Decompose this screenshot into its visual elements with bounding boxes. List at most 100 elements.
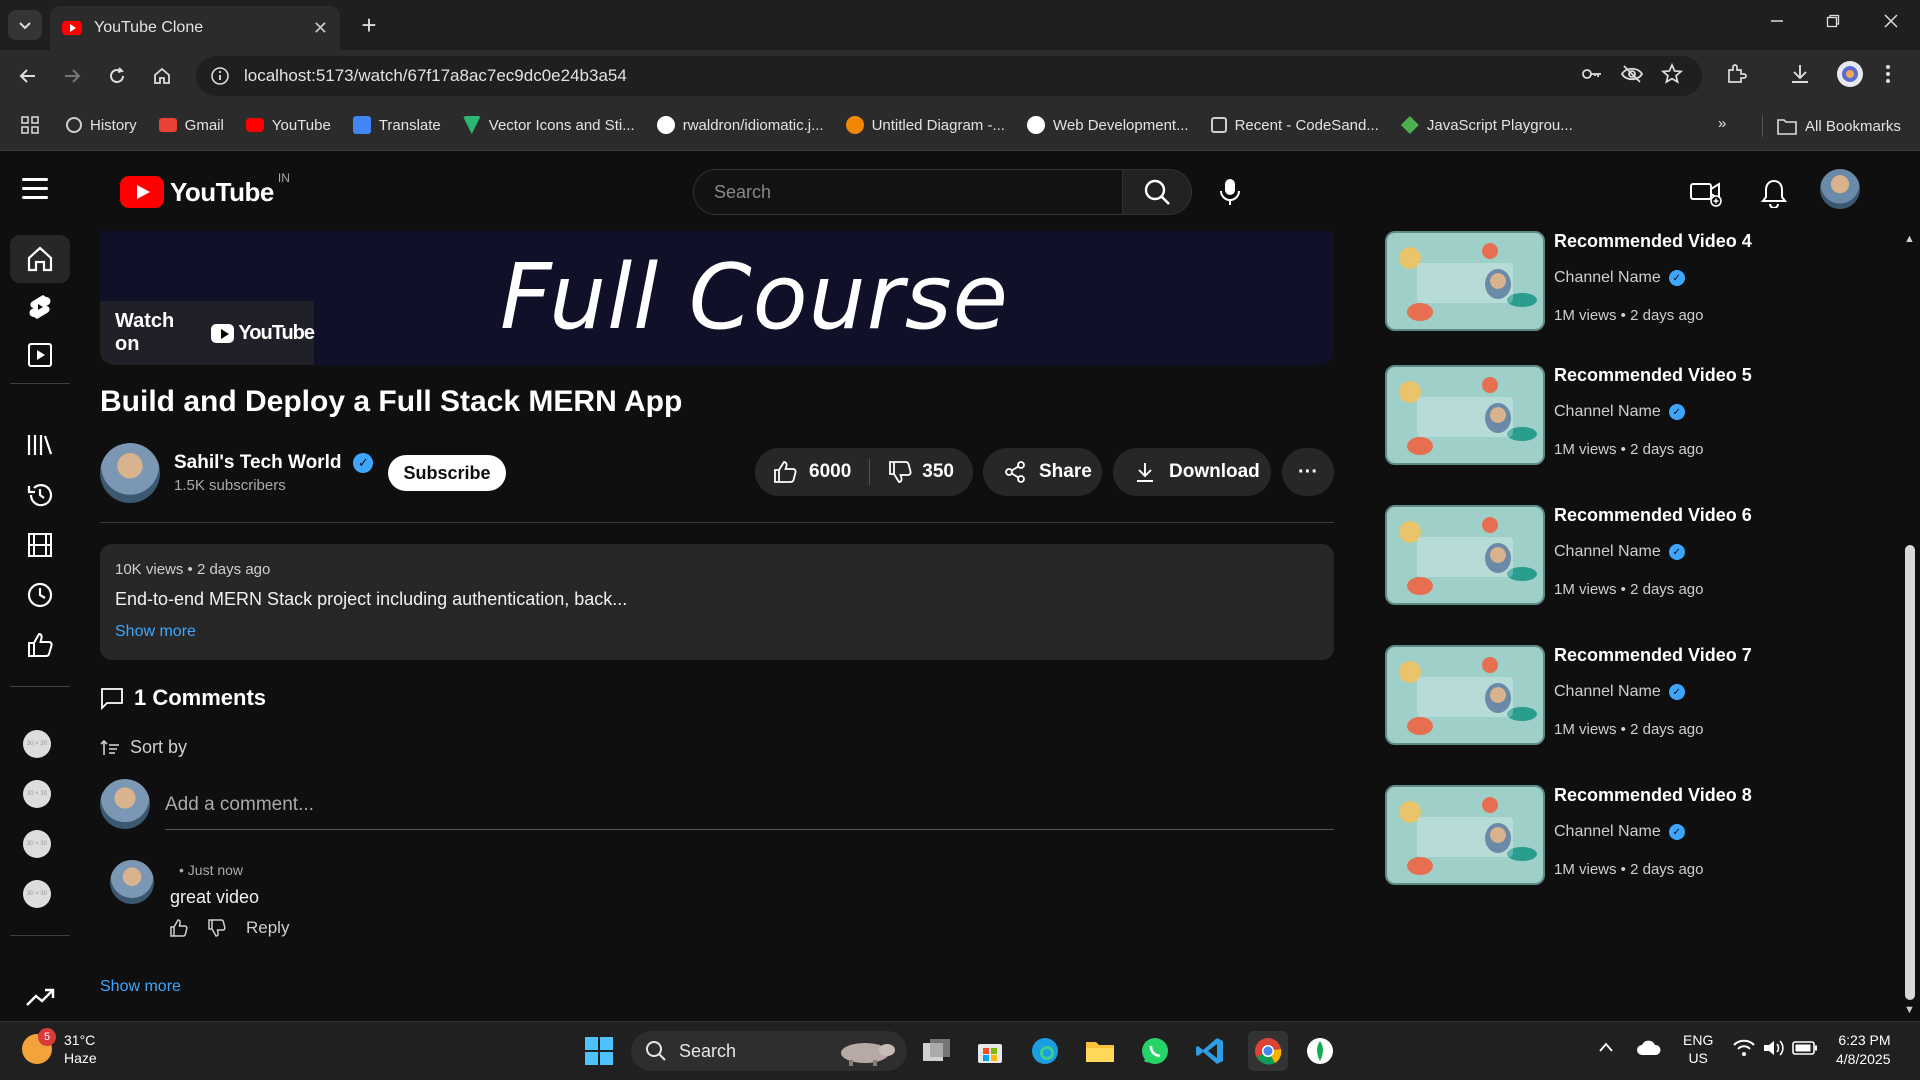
volume-icon[interactable]: [1762, 1038, 1786, 1061]
chrome-menu-icon[interactable]: [1884, 62, 1892, 91]
bookmark-codesandbox[interactable]: Recent - CodeSand...: [1210, 117, 1379, 134]
notifications-button[interactable]: [1754, 173, 1794, 213]
subscription-avatar[interactable]: 30 × 30: [23, 830, 51, 858]
forward-icon[interactable]: [58, 62, 86, 90]
subscription-avatar[interactable]: 30 × 30: [23, 730, 51, 758]
bookmark-translate[interactable]: Translate: [352, 116, 441, 134]
address-bar[interactable]: localhost:5173/watch/67f17a8ac7ec9dc0e24…: [196, 56, 1702, 96]
sidebar-item-liked-videos[interactable]: [10, 621, 70, 669]
add-comment-input[interactable]: Add a comment...: [165, 790, 1334, 830]
comment-dislike-button[interactable]: [208, 919, 226, 937]
video-thumbnail[interactable]: [1385, 365, 1545, 465]
whatsapp-icon[interactable]: [1138, 1034, 1172, 1068]
comment-author-avatar[interactable]: [110, 860, 154, 904]
tray-overflow-chevron-icon[interactable]: [1598, 1040, 1614, 1056]
subscribe-button[interactable]: Subscribe: [388, 455, 506, 491]
sidebar-item-subscriptions[interactable]: [10, 331, 70, 379]
bookmark-vector-icons[interactable]: Vector Icons and Sti...: [462, 116, 635, 134]
hamburger-menu-icon[interactable]: [22, 178, 48, 205]
recommended-video[interactable]: Recommended Video 7 Channel Name ✓ 1M vie…: [1385, 645, 1785, 745]
share-button[interactable]: Share: [983, 448, 1102, 496]
more-actions-button[interactable]: ···: [1282, 448, 1334, 496]
video-player[interactable]: Full Course Watch on YouTube: [100, 231, 1334, 365]
bookmark-history[interactable]: History: [66, 117, 137, 134]
user-avatar[interactable]: [1820, 169, 1860, 209]
tab-search-button[interactable]: [8, 10, 42, 40]
task-view-icon[interactable]: [920, 1034, 954, 1068]
tab-close-icon[interactable]: ✕: [313, 18, 328, 39]
minimize-icon[interactable]: [1762, 12, 1792, 33]
bookmark-star-icon[interactable]: [1660, 62, 1684, 91]
recommended-video[interactable]: Recommended Video 6 Channel Name ✓ 1M vie…: [1385, 505, 1785, 605]
onedrive-cloud-icon[interactable]: [1636, 1040, 1662, 1059]
dislike-button[interactable]: 350: [888, 460, 954, 484]
bookmark-diagram[interactable]: Untitled Diagram -...: [845, 116, 1005, 134]
sidebar-item-home[interactable]: [10, 235, 70, 283]
scroll-up-arrow-icon[interactable]: ▲: [1904, 233, 1915, 245]
tracking-eye-off-icon[interactable]: [1620, 62, 1644, 91]
browser-tab[interactable]: YouTube Clone ✕: [50, 6, 340, 50]
comment-like-button[interactable]: [170, 919, 188, 937]
sort-by-button[interactable]: Sort by: [100, 737, 187, 758]
site-info-icon[interactable]: [210, 66, 230, 86]
description-box[interactable]: 10K views • 2 days ago End-to-end MERN S…: [100, 544, 1334, 660]
recommended-channel[interactable]: Channel Name ✓: [1554, 269, 1685, 287]
video-thumbnail[interactable]: [1385, 645, 1545, 745]
recommended-channel[interactable]: Channel Name ✓: [1554, 823, 1685, 841]
video-thumbnail[interactable]: [1385, 505, 1545, 605]
bookmarks-overflow[interactable]: »: [1718, 115, 1726, 132]
edge-browser-icon[interactable]: [1028, 1034, 1062, 1068]
channel-avatar[interactable]: [100, 443, 160, 503]
download-button[interactable]: Download: [1113, 448, 1271, 496]
restore-icon[interactable]: [1818, 12, 1848, 33]
search-button[interactable]: [1122, 169, 1192, 215]
new-tab-button[interactable]: +: [354, 10, 384, 40]
channel-name[interactable]: Sahil's Tech World ✓: [174, 452, 374, 474]
recommended-video[interactable]: Recommended Video 5 Channel Name ✓ 1M vie…: [1385, 365, 1785, 465]
window-close-icon[interactable]: [1876, 12, 1906, 33]
recommended-title[interactable]: Recommended Video 8: [1554, 785, 1752, 806]
scroll-down-arrow-icon[interactable]: ▼: [1904, 1004, 1915, 1016]
subscription-avatar[interactable]: 30 × 30: [23, 880, 51, 908]
wifi-icon[interactable]: [1732, 1038, 1756, 1061]
home-icon[interactable]: [148, 62, 176, 90]
comments-show-more-link[interactable]: Show more: [100, 978, 181, 996]
recommended-title[interactable]: Recommended Video 7: [1554, 645, 1752, 666]
watch-on-youtube-button[interactable]: Watch on YouTube: [100, 301, 315, 365]
battery-icon[interactable]: [1792, 1040, 1818, 1059]
vscode-icon[interactable]: [1193, 1034, 1227, 1068]
bookmark-js-playground[interactable]: JavaScript Playgrou...: [1400, 116, 1573, 134]
recommended-channel[interactable]: Channel Name ✓: [1554, 403, 1685, 421]
search-input[interactable]: Search: [693, 169, 1123, 215]
comment-reply-button[interactable]: Reply: [246, 918, 289, 938]
downloads-icon[interactable]: [1788, 62, 1812, 91]
mongodb-compass-icon[interactable]: [1303, 1034, 1337, 1068]
weather-widget[interactable]: 5 31°C Haze: [22, 1028, 97, 1067]
chrome-taskbar-icon[interactable]: [1248, 1031, 1288, 1071]
recommended-channel[interactable]: Channel Name ✓: [1554, 683, 1685, 701]
bookmark-gmail[interactable]: Gmail: [158, 117, 224, 134]
sidebar-item-your-videos[interactable]: [10, 521, 70, 569]
sidebar-item-shorts[interactable]: [10, 283, 70, 331]
all-bookmarks[interactable]: All Bookmarks: [1762, 115, 1901, 137]
video-thumbnail[interactable]: [1385, 785, 1545, 885]
sidebar-item-library[interactable]: [10, 421, 70, 469]
bookmark-github[interactable]: rwaldron/idiomatic.j...: [656, 116, 824, 134]
voice-search-button[interactable]: [1210, 172, 1250, 212]
description-show-more-link[interactable]: Show more: [115, 623, 1319, 641]
system-clock[interactable]: 6:23 PM 4/8/2025: [1836, 1031, 1891, 1069]
microsoft-store-icon[interactable]: [973, 1034, 1007, 1068]
youtube-logo[interactable]: YouTube IN: [120, 171, 290, 208]
recommended-channel[interactable]: Channel Name ✓: [1554, 543, 1685, 561]
profile-avatar-icon[interactable]: [1836, 60, 1864, 93]
bookmark-youtube[interactable]: YouTube: [245, 117, 331, 134]
subscription-avatar[interactable]: 30 × 30: [23, 780, 51, 808]
apps-grid-icon[interactable]: [20, 115, 40, 135]
recommended-video[interactable]: Recommended Video 4 Channel Name ✓ 1M vie…: [1385, 231, 1785, 331]
password-key-icon[interactable]: [1580, 62, 1604, 91]
taskbar-search[interactable]: Search: [631, 1031, 907, 1071]
sidebar-item-trending[interactable]: [10, 973, 70, 1021]
windows-start-icon[interactable]: [582, 1034, 616, 1068]
create-video-button[interactable]: [1686, 173, 1726, 213]
video-thumbnail[interactable]: [1385, 231, 1545, 331]
